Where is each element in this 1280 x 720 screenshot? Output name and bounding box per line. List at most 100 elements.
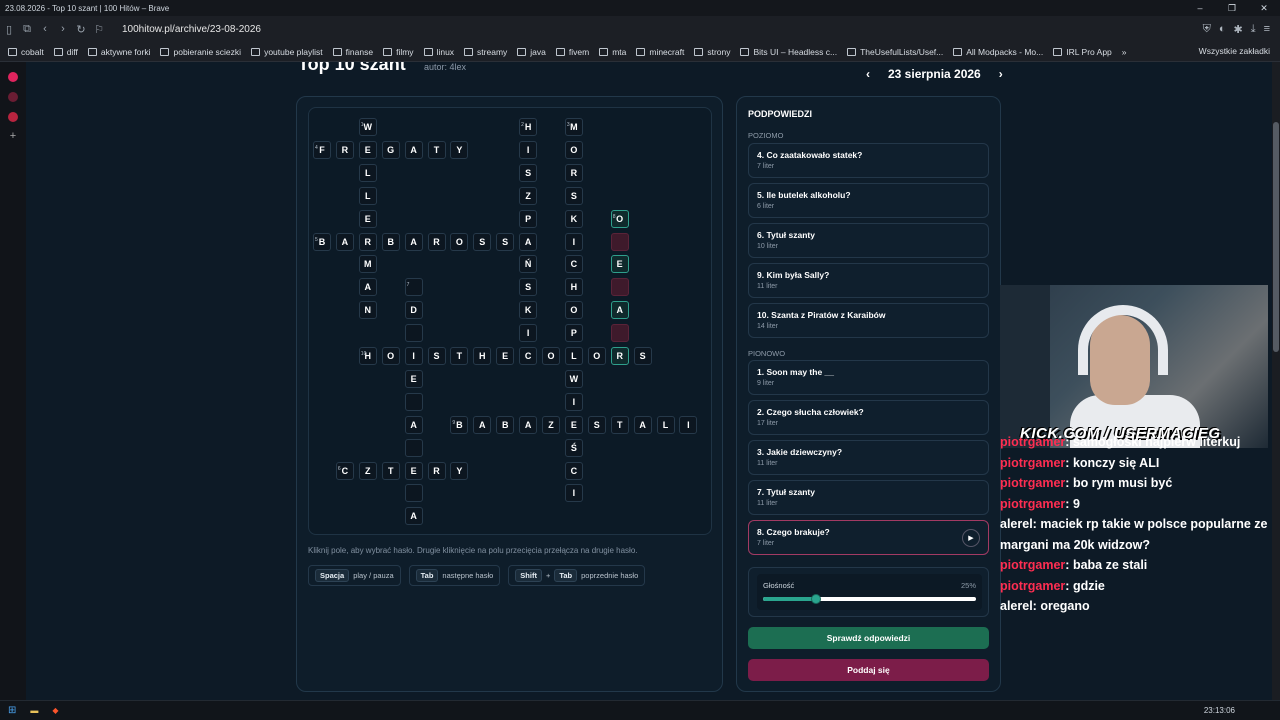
crossword-cell[interactable]: O	[564, 301, 583, 320]
crossword-cell[interactable]: 8O	[610, 209, 629, 228]
crossword-cell[interactable]: A	[519, 232, 538, 251]
bookmark-item[interactable]: mta	[599, 47, 626, 57]
bookmark-item[interactable]: minecraft	[636, 47, 684, 57]
add-icon[interactable]: +	[8, 131, 18, 142]
start-icon[interactable]: ⊞	[8, 705, 16, 716]
bookmark-item[interactable]: aktywne forki	[87, 47, 150, 57]
volume-knob[interactable]	[811, 594, 822, 604]
crossword-cell[interactable]: 4F	[313, 140, 331, 159]
volume-slider[interactable]	[763, 594, 976, 604]
bookmark-item[interactable]: youtube playlist	[251, 47, 323, 57]
bookmark-item[interactable]: streamy	[464, 47, 507, 57]
crossword-cell[interactable]: K	[564, 209, 583, 228]
crossword-cell[interactable]: Ń	[519, 255, 538, 274]
chat-username[interactable]: alerel	[1000, 517, 1033, 531]
crossword-cell[interactable]: Z	[542, 415, 560, 434]
bookmark-item[interactable]: linux	[423, 47, 454, 57]
folder-icon[interactable]: ▬	[30, 706, 38, 715]
brave-shield-icon[interactable]: ⛨	[1203, 23, 1211, 36]
minimize-icon[interactable]: –	[1184, 0, 1216, 16]
crossword-cell[interactable]: S	[519, 163, 538, 182]
crossword-cell[interactable]	[404, 392, 423, 411]
clue-item[interactable]: 2. Czego słucha człowiek? 17 liter	[748, 400, 989, 435]
crossword-cell[interactable]: Z	[519, 186, 538, 205]
crossword-cell[interactable]	[404, 324, 423, 343]
crossword-cell[interactable]: 3M	[564, 118, 583, 136]
crossword-cell[interactable]: O	[564, 140, 583, 159]
sidebar-app-icon[interactable]	[8, 92, 18, 102]
bookmark-item[interactable]: All Modpacks - Mo...	[953, 47, 1043, 57]
crossword-cell[interactable]: R	[427, 461, 446, 480]
clue-item[interactable]: 10. Szanta z Piratów z Karaibów 14 liter	[748, 303, 989, 338]
crossword-cell[interactable]	[610, 278, 629, 297]
crossword-cell[interactable]: N	[358, 301, 377, 320]
chat-username[interactable]: piotrgamer	[1000, 497, 1065, 511]
crossword-cell[interactable]: T	[381, 461, 400, 480]
menu-icon[interactable]: ≡	[1264, 23, 1270, 35]
crossword-cell[interactable]: A	[404, 507, 423, 526]
crossword-cell[interactable]: O	[450, 232, 469, 251]
prev-date-icon[interactable]: ‹	[866, 67, 870, 81]
crossword-cell[interactable]: 1W	[358, 118, 377, 136]
crossword-cell[interactable]: H	[473, 347, 492, 365]
back-icon[interactable]: ‹	[36, 23, 54, 35]
crossword-cell[interactable]: Z	[358, 461, 377, 480]
crossword-cell[interactable]: C	[519, 347, 538, 365]
crossword-cell[interactable]: 7	[404, 278, 423, 297]
brave-icon[interactable]: ◆	[52, 706, 58, 715]
crossword-cell[interactable]: A	[610, 301, 629, 320]
crossword-cell[interactable]: H	[564, 278, 583, 297]
crossword-cell[interactable]: B	[496, 415, 515, 434]
crossword-cell[interactable]: A	[633, 415, 652, 434]
crossword-cell[interactable]: A	[404, 140, 423, 159]
crossword-cell[interactable]: Y	[450, 461, 469, 480]
sidebar-app-icon[interactable]	[8, 112, 18, 122]
bookmark-item[interactable]: cobalt	[8, 47, 44, 57]
bookmarks-more-icon[interactable]: »	[1122, 47, 1127, 57]
crossword-cell[interactable]: E	[404, 461, 423, 480]
extension-icon[interactable]: ◐	[1219, 23, 1226, 35]
chat-username[interactable]: alerel	[1000, 599, 1033, 613]
crossword-cell[interactable]: S	[564, 186, 583, 205]
next-date-icon[interactable]: ›	[999, 67, 1003, 81]
clue-item[interactable]: 8. Czego brakuje? 7 liter ▶	[748, 520, 989, 555]
crossword-cell[interactable]: Ś	[564, 438, 583, 457]
check-answers-button[interactable]: Sprawdź odpowiedzi	[748, 627, 989, 649]
crossword-cell[interactable]: I	[564, 484, 583, 503]
author-name[interactable]: 4lex	[450, 62, 467, 72]
crossword-cell[interactable]: S	[496, 232, 515, 251]
bookmark-icon[interactable]: ⚐	[90, 23, 108, 36]
chat-username[interactable]: piotrgamer	[1000, 435, 1065, 449]
crossword-cell[interactable]: B	[381, 232, 400, 251]
crossword-cell[interactable]: K	[519, 301, 538, 320]
close-icon[interactable]: ✕	[1248, 0, 1280, 16]
crossword-cell[interactable]: A	[335, 232, 354, 251]
crossword-cell[interactable]: E	[564, 415, 583, 434]
crossword-cell[interactable]: C	[564, 255, 583, 274]
all-bookmarks[interactable]: Wszystkie zakładki	[1199, 46, 1270, 56]
crossword-cell[interactable]: G	[381, 140, 400, 159]
crossword-cell[interactable]: R	[564, 163, 583, 182]
crossword-cell[interactable]: 9B	[450, 415, 469, 434]
crossword-cell[interactable]	[404, 484, 423, 503]
crossword-cell[interactable]: I	[519, 324, 538, 343]
crossword-cell[interactable]: O	[542, 347, 560, 365]
bookmark-item[interactable]: filmy	[383, 47, 414, 57]
maximize-icon[interactable]: ❐	[1216, 0, 1248, 16]
crossword-cell[interactable]: D	[404, 301, 423, 320]
bookmark-item[interactable]: TheUsefulLists/Usef...	[847, 47, 943, 57]
clue-item[interactable]: 6. Tytuł szanty 10 liter	[748, 223, 989, 258]
crossword-cell[interactable]: A	[404, 415, 423, 434]
crossword-cell[interactable]	[404, 438, 423, 457]
crossword-cell[interactable]: S	[519, 278, 538, 297]
crossword-cell[interactable]: I	[404, 347, 423, 365]
crossword-cell[interactable]: L	[656, 415, 675, 434]
chat-username[interactable]: piotrgamer	[1000, 456, 1065, 470]
crossword-cell[interactable]: Y	[450, 140, 469, 159]
crossword-cell[interactable]: A	[404, 232, 423, 251]
bookmark-item[interactable]: pobieranie sciezki	[160, 47, 241, 57]
crossword-cell[interactable]: P	[564, 324, 583, 343]
crossword-cell[interactable]: I	[519, 140, 538, 159]
crossword-cell[interactable]: E	[610, 255, 629, 274]
clue-item[interactable]: 4. Co zaatakowało statek? 7 liter	[748, 143, 989, 178]
